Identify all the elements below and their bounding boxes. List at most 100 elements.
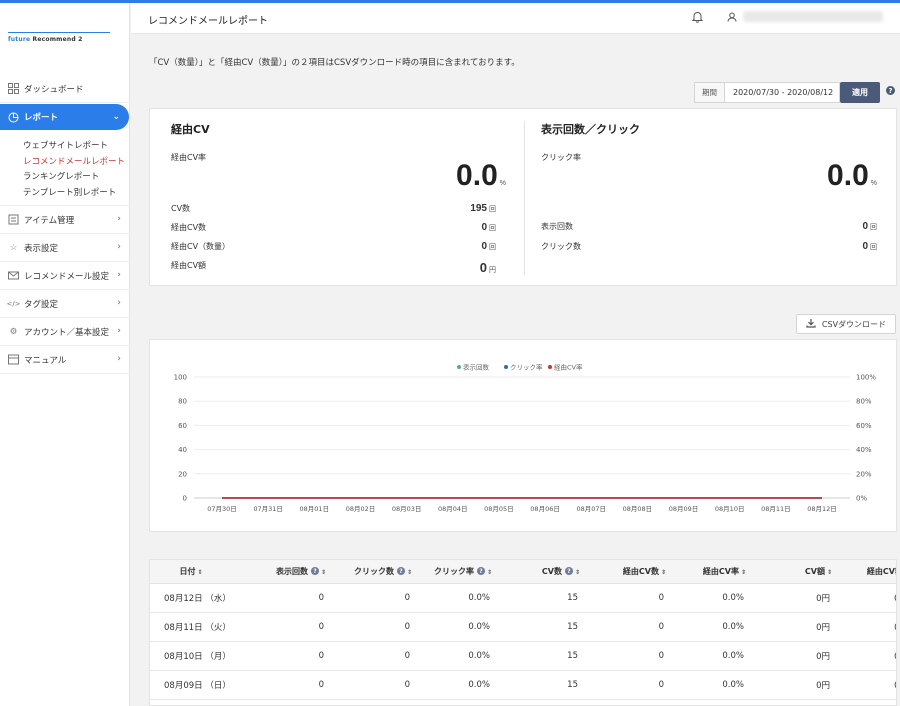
y-tick-label-right: 40% [856,446,872,454]
report-table-wrap: 日付 ⇕ 表示回数? ⇕ クリック数? ⇕ クリック率? ⇕ CV数? ⇕ 経由CV数 ⇕ 経由CV率 ⇕… [149,559,897,706]
column-header[interactable]: 経由CV率 ⇕ [674,560,754,584]
sidebar-item-label: タグ設定 [24,299,59,310]
kpi-row-value: 0回 [862,221,877,232]
table-cell: 0.0% [420,641,500,671]
legend-entry: クリック率 [510,363,543,372]
table-cell: 0.0% [420,583,500,613]
chevron-right-icon: › [117,214,121,224]
sort-icon[interactable]: ⇕ [741,569,746,576]
legend-marker [457,365,461,369]
help-icon[interactable]: ? [564,567,573,576]
app-logo[interactable]: future Recommend 2 [8,32,110,43]
rate-number: 0.0 [827,159,869,192]
help-icon[interactable]: ? [310,567,319,576]
table-cell: 0円 [754,641,840,671]
table-cell: 15 [500,670,588,700]
sidebar-item-dashboard[interactable]: ダッシュボード [0,75,130,103]
sidebar-item-label: レポート [24,113,59,123]
column-header[interactable]: クリック数? ⇕ [334,560,420,584]
help-icon[interactable]: ? [886,86,895,95]
column-header[interactable]: CV数? ⇕ [500,560,588,584]
column-header[interactable]: クリック率? ⇕ [420,560,500,584]
subnav-item-mail-report[interactable]: レコメンドメールレポート [23,155,130,171]
column-header[interactable]: CV額 ⇕ [754,560,840,584]
subnav-item-website-report[interactable]: ウェブサイトレポート [23,139,130,155]
y-tick-label-right: 100% [856,374,876,382]
sidebar-item-tag-settings[interactable]: </> タグ設定 › [0,290,130,318]
table-cell: 0円 [840,670,896,700]
chart-svg: 100 100% 80 80% 60 60% 40 40% 20 20% 0 0% 07月30日 07月3… [174,363,877,514]
table-body: 08月12日 （水）000.0%1500.0%0円0円08月11日 （火）000… [150,583,896,700]
sort-icon[interactable]: ⇕ [575,569,580,576]
table-cell: 0 [230,583,334,613]
csv-download-button[interactable]: CSVダウンロード [796,314,896,334]
logo-text: Recommend 2 [30,36,83,43]
column-header[interactable]: 日付 ⇕ [150,560,230,584]
sidebar-item-report[interactable]: レポート ⌄ [0,104,129,130]
y-tick-label-left: 0 [183,495,187,503]
date-range-input[interactable]: 2020/07/30 - 2020/08/12 [724,82,840,103]
table-cell: 0円 [754,583,840,613]
period-label: 期間 [694,82,724,103]
column-header-label: クリック率 [433,566,474,576]
table-cell: 15 [500,641,588,671]
sidebar-item-display-settings[interactable]: ☆ 表示設定 › [0,234,130,262]
table-cell: 08月11日 （火） [150,612,231,642]
kpi-cv-rate-value: 0.0% [456,159,506,193]
subnav-item-ranking-report[interactable]: ランキングレポート [23,170,130,186]
report-chart: 100 100% 80 80% 60 60% 40 40% 20 20% 0 0% 07月30日 07月3… [149,339,897,532]
table-cell: 0 [334,670,420,700]
subnav-item-template-report[interactable]: テンプレート別レポート [23,186,130,202]
help-icon[interactable]: ? [476,567,485,576]
bell-icon[interactable] [691,11,704,26]
sidebar-item-label: ダッシュボード [24,84,84,95]
csv-download-label: CSVダウンロード [821,319,887,329]
column-header[interactable]: 経由CV数 ⇕ [588,560,674,584]
x-tick-label: 08月10日 [715,505,745,513]
book-icon [8,354,19,365]
chart-pie-icon [8,112,19,123]
table-header-row: 日付 ⇕ 表示回数? ⇕ クリック数? ⇕ クリック率? ⇕ CV数? ⇕ 経由CV数 ⇕ 経由CV率 ⇕… [150,560,896,584]
kpi-click-section: 表示回数／クリック クリック率 0.0% 表示回数 0 回 クリック数 0 回 [524,121,898,275]
column-header[interactable]: 表示回数? ⇕ [230,560,334,584]
sort-icon[interactable]: ⇕ [661,569,666,576]
x-tick-label: 08月12日 [807,505,837,513]
value-number: 195 [470,203,487,214]
table-cell: 0 [230,641,334,671]
kpi-click-rate-value: 0.0% [827,159,877,193]
sort-icon[interactable]: ⇕ [827,569,832,576]
x-tick-label: 08月11日 [761,505,791,513]
sidebar-item-mail-settings[interactable]: レコメンドメール設定 › [0,262,130,290]
kpi-row-label: 経由CV数 [171,223,207,232]
table-cell: 15 [500,583,588,613]
sort-icon[interactable]: ⇕ [197,569,202,576]
y-tick-label-left: 60 [178,422,187,430]
column-header[interactable]: 経由CV額⇕ [840,560,896,584]
chevron-right-icon: › [117,326,121,336]
gear-icon: ⚙ [9,326,18,337]
sidebar-item-items[interactable]: アイテム管理 › [0,206,130,234]
page-header: レコメンドメールレポート xxxxxxxxxxxxxxxxxx [131,3,900,34]
user-icon[interactable] [727,12,737,25]
sidebar-item-account-settings[interactable]: ⚙ アカウント／基本設定 › [0,318,130,346]
sort-icon[interactable]: ⇕ [407,569,412,576]
value-unit: 円 [489,267,496,274]
help-icon[interactable]: ? [396,567,405,576]
y-tick-label-left: 40 [178,446,187,454]
x-tick-label: 08月06日 [530,505,560,513]
column-header-label: CV額 [804,566,825,576]
sidebar-item-manual[interactable]: マニュアル › [0,346,130,374]
value-unit: 回 [870,244,877,251]
kpi-cv-rate-label: 経由CV率 [171,153,207,162]
user-name[interactable]: xxxxxxxxxxxxxxxxxx [743,11,883,22]
rate-unit: % [499,180,506,187]
kpi-row: クリック数 0 回 [541,241,877,252]
x-tick-label: 08月05日 [484,505,514,513]
sort-icon[interactable]: ⇕ [321,569,326,576]
sort-icon[interactable]: ⇕ [487,569,492,576]
kpi-row-value: 0回 [481,241,496,252]
table-cell: 0.0% [420,612,500,642]
apply-button[interactable]: 適用 [840,82,880,103]
csv-notice-text: 「CV（数量）」と「経由CV（数量）」の２項目はCSVダウンロード時の項目に含ま… [149,58,520,68]
value-number: 0 [479,260,487,275]
